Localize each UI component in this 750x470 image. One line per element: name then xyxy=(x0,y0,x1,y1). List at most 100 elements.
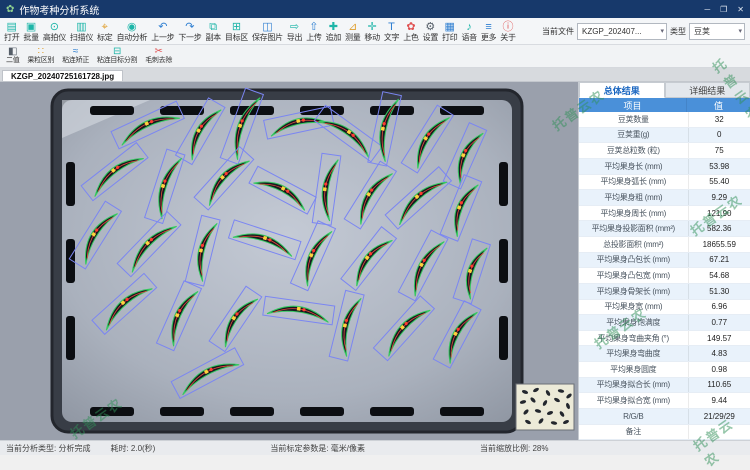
measure-label: 测量 xyxy=(345,33,360,42)
text-icon: T xyxy=(388,21,395,33)
tab-overall-results[interactable]: 总体结果 xyxy=(579,82,665,98)
result-row: 平均果身粗 (mm)9.29 xyxy=(579,190,750,206)
toolbar-adhesion-split-button[interactable]: ⊟粘连目标分割 xyxy=(95,47,139,65)
toolbar-voice-button[interactable]: ♪语音 xyxy=(459,21,478,42)
open-icon: ▤ xyxy=(7,21,17,33)
result-item-label: 平均果身投影面积 (mm²) xyxy=(579,221,689,236)
type-value: 豆荚 xyxy=(694,26,736,37)
result-item-value: 9.44 xyxy=(689,393,750,408)
status-analysis-type: 当前分析类型: 分析完成 xyxy=(6,443,90,454)
toolbar-batch-button[interactable]: ▣批量 xyxy=(21,21,40,42)
toolbar-about-button[interactable]: ⓘ关于 xyxy=(498,21,517,42)
toolbar-export-button[interactable]: ⇨导出 xyxy=(285,21,304,42)
toolbar-more-button[interactable]: ≡更多 xyxy=(479,21,498,42)
print-icon: ▦ xyxy=(445,21,455,33)
next-step-icon: ↷ xyxy=(185,21,194,33)
chevron-down-icon: ▾ xyxy=(660,27,664,35)
toolbar-print-button[interactable]: ▦打印 xyxy=(440,21,459,42)
binarize-icon: ◧ xyxy=(8,47,17,57)
toolbar-grain-distinguish-button[interactable]: ∷果粒区别 xyxy=(25,47,56,65)
status-calibration: 当前标定参数是: 毫米/像素 xyxy=(270,443,365,454)
copy-label: 副本 xyxy=(205,33,220,42)
result-item-value: 121.90 xyxy=(689,206,750,221)
next-step-label: 下一步 xyxy=(178,33,201,42)
result-item-label: 总投影面积 (mm²) xyxy=(579,237,689,252)
result-row: 平均果身凸包宽 (mm)54.68 xyxy=(579,268,750,284)
toolbar-auto-analyze-button[interactable]: ◉自动分析 xyxy=(114,21,149,42)
move-label: 移动 xyxy=(364,33,379,42)
colorize-label: 上色 xyxy=(403,33,418,42)
adhesion-correct-icon: ≈ xyxy=(73,47,79,57)
results-panel-tabs: 总体结果 详细结果 xyxy=(579,82,750,98)
result-item-value: 54.68 xyxy=(689,268,750,283)
result-item-value: 0 xyxy=(689,128,750,143)
target-area-label: 目标区 xyxy=(225,33,248,42)
toolbar-colorize-button[interactable]: ✿上色 xyxy=(401,21,420,42)
toolbar-next-step-button[interactable]: ↷下一步 xyxy=(176,21,203,42)
header-value: 值 xyxy=(687,98,750,112)
result-item-label: R/G/B xyxy=(579,409,689,424)
toolbar-target-area-button[interactable]: ⊞目标区 xyxy=(223,21,250,42)
prev-step-icon: ↶ xyxy=(158,21,167,33)
result-item-label: 平均果身弯曲度 xyxy=(579,346,689,361)
toolbar-doc-camera-button[interactable]: ⊙高拍仪 xyxy=(41,21,68,42)
result-row: 平均果身弧长 (mm)55.40 xyxy=(579,175,750,191)
image-viewer[interactable] xyxy=(0,82,578,440)
toolbar-prev-step-button[interactable]: ↶上一步 xyxy=(149,21,176,42)
app-logo-icon: ✿ xyxy=(6,4,14,15)
toolbar-text-button[interactable]: T文字 xyxy=(382,21,401,42)
minimize-button[interactable]: ─ xyxy=(704,5,710,14)
toolbar-burr-remove-button[interactable]: ✂毛刺去除 xyxy=(143,47,174,65)
burr-remove-icon: ✂ xyxy=(154,47,162,57)
result-item-value: 51.30 xyxy=(689,284,750,299)
toolbar-upload-button[interactable]: ⇧上传 xyxy=(304,21,323,42)
result-row: 豆荚数量32 xyxy=(579,112,750,128)
save-image-icon: ◫ xyxy=(262,21,272,33)
auto-analyze-label: 自动分析 xyxy=(116,33,147,42)
result-row: 平均果身长 (mm)53.98 xyxy=(579,159,750,175)
toolbar-save-image-button[interactable]: ◫保存图片 xyxy=(250,21,285,42)
result-item-value xyxy=(689,425,750,440)
binary-preview-inset[interactable] xyxy=(516,384,574,430)
result-item-value: 0.77 xyxy=(689,315,750,330)
toolbar-scanner-button[interactable]: ▥扫描仪 xyxy=(68,21,95,42)
result-row: 总投影面积 (mm²)18655.59 xyxy=(579,237,750,253)
result-row: 豆荚总粒数 (粒)75 xyxy=(579,143,750,159)
toolbar-calibrate-button[interactable]: ⌖标定 xyxy=(95,21,114,42)
move-icon: ✛ xyxy=(368,21,377,33)
toolbar-open-button[interactable]: ▤打开 xyxy=(2,21,21,42)
result-item-value: 75 xyxy=(689,143,750,158)
maximize-button[interactable]: ❐ xyxy=(720,5,727,14)
toolbar-move-button[interactable]: ✛移动 xyxy=(362,21,381,42)
copy-icon: ⧉ xyxy=(209,21,217,33)
text-label: 文字 xyxy=(384,33,399,42)
results-table-header: 项目 值 xyxy=(579,98,750,112)
status-bar: 当前分析类型: 分析完成 耗时: 2.0(秒) 当前标定参数是: 毫米/像素 当… xyxy=(0,440,750,455)
result-row: 平均果身拟合长 (mm)110.65 xyxy=(579,378,750,394)
current-file-select[interactable]: KZGP_202407... ▾ xyxy=(577,23,667,40)
toolbar-adhesion-correct-button[interactable]: ≈粘连矫正 xyxy=(60,47,91,65)
result-item-label: 豆荚重(g) xyxy=(579,128,689,143)
result-item-value: 18655.59 xyxy=(689,237,750,252)
tab-detailed-results[interactable]: 详细结果 xyxy=(665,82,750,98)
binarize-label: 二值 xyxy=(6,57,19,65)
result-item-label: 平均果身周长 (mm) xyxy=(579,206,689,221)
result-row: 平均果身拟合宽 (mm)9.44 xyxy=(579,393,750,409)
result-row: 平均果身弯曲夹角 (°)149.57 xyxy=(579,331,750,347)
type-select[interactable]: 豆荚 ▾ xyxy=(689,23,745,40)
toolbar-settings-button[interactable]: ⚙设置 xyxy=(421,21,440,42)
toolbar-append-button[interactable]: ✚追加 xyxy=(324,21,343,42)
image-tab[interactable]: KZGP_20240725161728.jpg xyxy=(2,70,123,81)
measure-icon: ⊿ xyxy=(348,21,357,33)
result-item-label: 平均果身弧长 (mm) xyxy=(579,175,689,190)
results-table-body: 豆荚数量32豆荚重(g)0豆荚总粒数 (粒)75平均果身长 (mm)53.98平… xyxy=(579,112,750,440)
result-item-label: 平均果身弯曲夹角 (°) xyxy=(579,331,689,346)
voice-label: 语音 xyxy=(461,33,476,42)
current-file-value: KZGP_202407... xyxy=(582,27,658,36)
toolbar-measure-button[interactable]: ⊿测量 xyxy=(343,21,362,42)
type-label: 类型 xyxy=(670,26,686,37)
toolbar-binarize-button[interactable]: ◧二值 xyxy=(4,47,21,65)
toolbar-copy-button[interactable]: ⧉副本 xyxy=(203,21,222,42)
close-button[interactable]: ✕ xyxy=(737,5,744,14)
result-item-value: 6.96 xyxy=(689,300,750,315)
